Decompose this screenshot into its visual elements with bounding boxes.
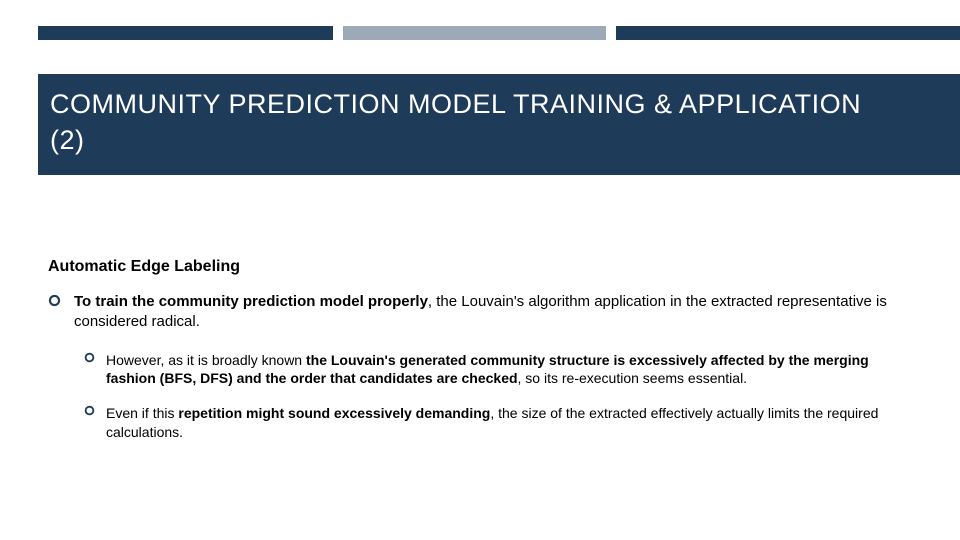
bold-span: To train the community prediction model … (74, 293, 428, 310)
text-span: However, as it is broadly known (106, 352, 306, 368)
topbar-segment-dark (616, 26, 960, 40)
topbar-gap (606, 26, 616, 40)
text-span: , so its re-execution seems essential. (518, 370, 748, 386)
list-item-text: However, as it is broadly known the Louv… (106, 351, 920, 389)
list-item: To train the community prediction model … (48, 292, 920, 333)
topbar-gap (333, 26, 343, 40)
circle-bullet-icon (48, 292, 74, 333)
bold-span: repetition might sound excessively deman… (178, 405, 490, 421)
nested-list: However, as it is broadly known the Louv… (84, 351, 920, 443)
body-content: To train the community prediction model … (48, 292, 920, 458)
list-item-text: To train the community prediction model … (74, 292, 920, 333)
circle-bullet-icon (84, 351, 106, 389)
topbar-segment-light (343, 26, 606, 40)
list-item-text: Even if this repetition might sound exce… (106, 404, 920, 442)
decorative-top-bar (38, 26, 960, 40)
section-heading: Automatic Edge Labeling (48, 258, 240, 276)
slide-title-line1: COMMUNITY PREDICTION MODEL TRAINING & AP… (50, 89, 861, 119)
circle-bullet-icon (84, 404, 106, 442)
list-item: However, as it is broadly known the Louv… (84, 351, 920, 389)
topbar-segment-dark (38, 26, 333, 40)
list-item: Even if this repetition might sound exce… (84, 404, 920, 442)
slide-title-line2: (2) (50, 125, 85, 155)
text-span: Even if this (106, 405, 178, 421)
slide-title: COMMUNITY PREDICTION MODEL TRAINING & AP… (50, 86, 948, 159)
slide: COMMUNITY PREDICTION MODEL TRAINING & AP… (0, 0, 960, 540)
title-band: COMMUNITY PREDICTION MODEL TRAINING & AP… (38, 74, 960, 175)
